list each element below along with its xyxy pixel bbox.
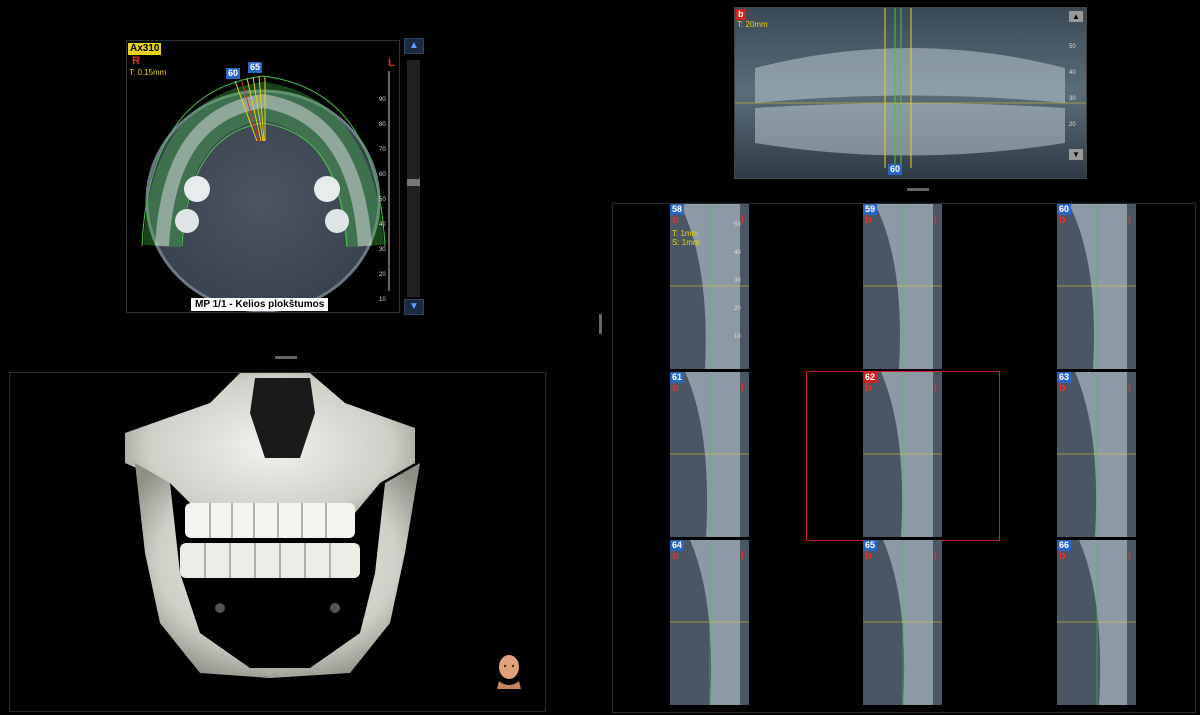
panoramic-position-marker[interactable]: 60 (888, 164, 903, 175)
cross-section-slice[interactable]: 61 b l (670, 372, 749, 537)
vertical-splitter[interactable] (599, 314, 602, 334)
slice-side-b: b (1059, 382, 1066, 394)
axial-right-label: R (132, 55, 140, 67)
axial-marker-start[interactable]: 60 (226, 68, 241, 79)
slice-side-l: l (741, 550, 745, 562)
cross-section-scale: 50 40 30 20 10 (734, 222, 741, 340)
cross-section-image (670, 540, 749, 705)
slice-side-l: l (1128, 382, 1132, 394)
slice-side-b: b (865, 382, 872, 394)
horizontal-splitter-left[interactable] (275, 356, 297, 359)
slice-side-l: l (934, 550, 938, 562)
slice-side-l: l (934, 382, 938, 394)
cross-section-image (863, 540, 942, 705)
axial-scale: 90 80 70 60 50 40 30 20 10 (379, 97, 386, 303)
cross-section-image (863, 372, 942, 537)
slice-side-l: l (741, 382, 745, 394)
axial-thickness: T: 0.15mm (129, 68, 167, 77)
skull-3d-render[interactable] (10, 373, 545, 711)
head-orientation-icon[interactable] (494, 653, 524, 689)
cross-section-image (1057, 372, 1136, 537)
axial-scroll-track[interactable] (407, 60, 420, 297)
cross-section-slice-selected[interactable]: 62 b l (863, 372, 942, 537)
cross-section-slice[interactable]: 63 b l (1057, 372, 1136, 537)
slice-side-l: l (1128, 550, 1132, 562)
panoramic-thickness: T: 20mm (737, 20, 768, 29)
cross-section-slice[interactable]: 59 b l (863, 204, 942, 369)
slice-side-l: l (1128, 214, 1132, 226)
slice-side-l: l (934, 214, 938, 226)
axial-ct-image[interactable] (127, 41, 399, 312)
slice-side-b: b (672, 382, 679, 394)
cross-section-slice[interactable]: 65 b l (863, 540, 942, 705)
cross-section-slice[interactable]: 60 b l (1057, 204, 1136, 369)
cross-section-image (1057, 540, 1136, 705)
slice-side-b: b (672, 550, 679, 562)
panoramic-scroll-up-button[interactable]: ▲ (1069, 11, 1083, 22)
cross-section-image (1057, 204, 1136, 369)
slice-side-b: b (1059, 214, 1066, 226)
slice-side-b: b (1059, 550, 1066, 562)
horizontal-splitter-top[interactable] (907, 188, 929, 191)
cross-section-slice[interactable]: 66 b l (1057, 540, 1136, 705)
panoramic-side-marker: b (736, 9, 746, 20)
panoramic-scroll-down-button[interactable]: ▼ (1069, 149, 1083, 160)
cross-section-image (863, 204, 942, 369)
cross-section-image (670, 372, 749, 537)
axial-scroll-thumb[interactable] (407, 179, 420, 186)
axial-scroll-down-button[interactable]: ▼ (404, 299, 424, 315)
axial-marker-end[interactable]: 65 (248, 62, 263, 73)
cross-section-slice[interactable]: 64 b l (670, 540, 749, 705)
slice-thickness: T: 1mm (672, 229, 699, 238)
panoramic-image[interactable] (735, 8, 1086, 178)
volume-render-panel[interactable] (9, 372, 546, 712)
slice-side-b: b (672, 214, 679, 226)
slice-side-b: b (865, 214, 872, 226)
axial-view-tag: Ax310 (128, 43, 162, 55)
slice-side-b: b (865, 550, 872, 562)
slice-spacing: S: 1mm (672, 238, 700, 247)
axial-view-panel[interactable]: Ax310 R L T: 0.15mm 60 65 90 80 70 60 50… (126, 40, 400, 313)
panoramic-scale: 50 40 30 20 (1069, 44, 1076, 128)
axial-scroll-up-button[interactable]: ▲ (404, 38, 424, 54)
axial-left-label: L (388, 57, 395, 69)
axial-caption: MP 1/1 - Kelios plokštumos (191, 298, 329, 311)
panoramic-view-panel[interactable]: b T: 20mm 60 50 40 30 20 ▲ ▼ (734, 7, 1087, 179)
